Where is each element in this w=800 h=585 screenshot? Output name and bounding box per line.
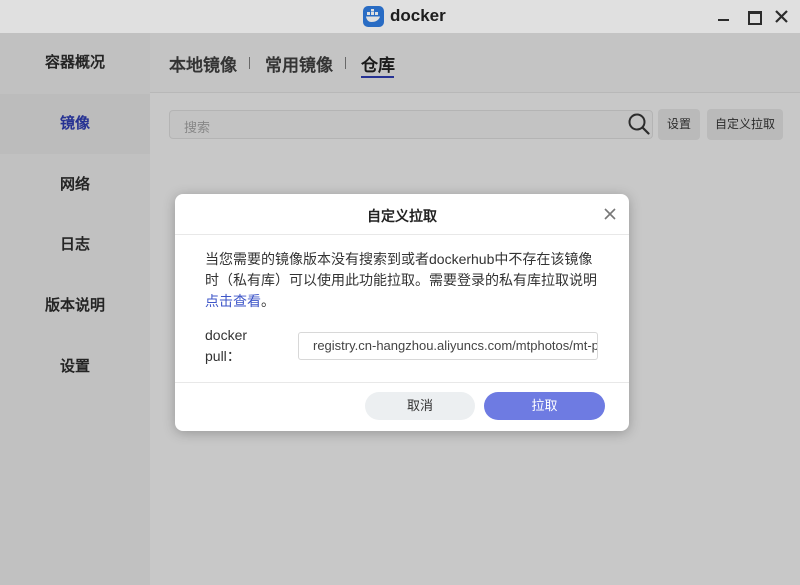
dialog-description: 当您需要的镜像版本没有搜索到或者dockerhub中不存在该镜像时（私有库）可以…	[205, 249, 605, 312]
close-icon[interactable]	[603, 207, 617, 221]
dialog-footer-divider	[175, 382, 629, 383]
cancel-button[interactable]: 取消	[365, 392, 475, 420]
docker-pull-label: docker pull：	[205, 327, 248, 364]
image-address-input[interactable]: registry.cn-hangzhou.aliyuncs.com/mtphot…	[298, 332, 598, 360]
dialog-title: 自定义拉取	[367, 208, 437, 224]
dialog-description-text: 当您需要的镜像版本没有搜索到或者dockerhub中不存在该镜像时（私有库）可以…	[205, 251, 597, 288]
dialog-divider	[175, 234, 629, 235]
dialog-description-end: 。	[261, 293, 275, 309]
custom-pull-dialog: 自定义拉取 当您需要的镜像版本没有搜索到或者dockerhub中不存在该镜像时（…	[175, 194, 629, 431]
view-instructions-link[interactable]: 点击查看	[205, 293, 261, 309]
pull-button[interactable]: 拉取	[484, 392, 605, 420]
